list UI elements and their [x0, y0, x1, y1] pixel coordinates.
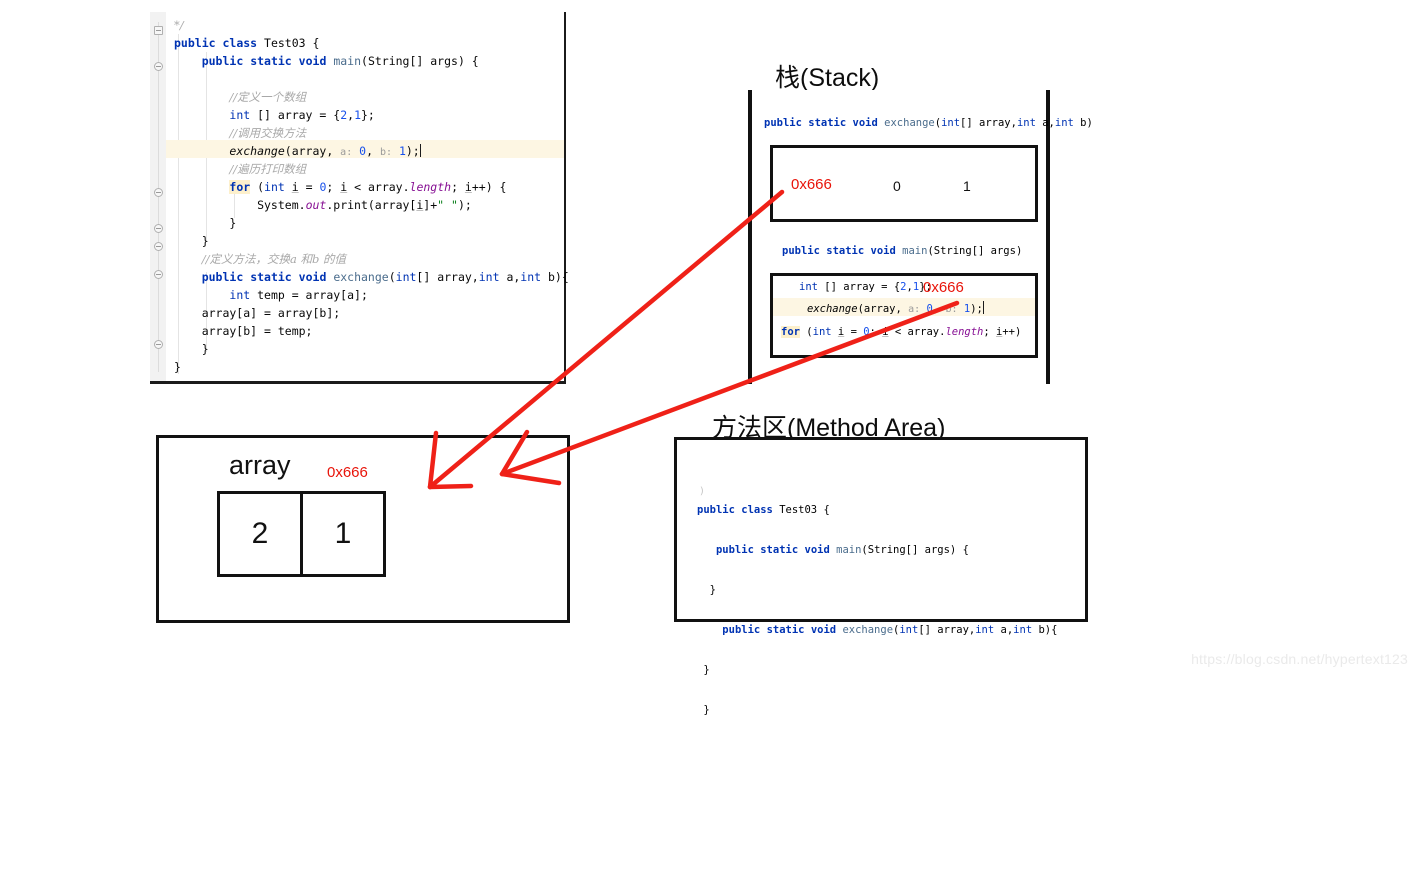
code-line-17: array[a] = array[b];: [174, 306, 341, 320]
java-code-editor[interactable]: */ public class Test03 { public static v…: [150, 12, 569, 384]
stack-section-title: 栈(Stack): [775, 64, 880, 92]
code-line-8-highlighted: exchange(array, a: 0, b: 1);: [229, 144, 421, 158]
stack-frame-exchange: 0x666 0 1: [770, 145, 1038, 222]
code-line-1: */: [174, 18, 184, 32]
fold-marker-icon[interactable]: [154, 188, 163, 197]
code-line-7: //调用交换方法: [229, 126, 307, 140]
exchange-array-ref-address: 0x666: [791, 176, 832, 193]
method-area-code: ) public class Test03 { public static vo…: [697, 460, 1057, 760]
fold-marker-icon[interactable]: [154, 26, 163, 35]
text-caret: [982, 301, 984, 314]
method-area-line-2: public static void main(String[] args) {: [715, 544, 969, 556]
code-line-13: }: [174, 234, 209, 248]
stack-frame-main: int [] array = {2,1}; 0x666 exchange(arr…: [770, 273, 1038, 358]
code-text-area[interactable]: */ public class Test03 { public static v…: [166, 12, 569, 381]
method-area-line-5: }: [697, 664, 710, 676]
code-line-19: }: [174, 342, 209, 356]
code-line-12: }: [174, 216, 237, 230]
exchange-frame-signature: public static void exchange(int[] array,…: [764, 117, 1093, 129]
stack-container: public static void exchange(int[] array,…: [748, 90, 1093, 384]
main-frame-signature: public static void main(String[] args): [782, 245, 1023, 257]
code-line-15: public static void exchange(int[] array,…: [201, 270, 569, 284]
array-cell-1: 1: [300, 491, 386, 577]
main-frame-code-line-1: int [] array = {2,1};: [799, 281, 932, 293]
code-line-2: public class Test03 {: [174, 36, 320, 50]
code-line-3: public static void main(String[] args) {: [201, 54, 479, 68]
array-variable-label: array: [229, 450, 291, 480]
fold-marker-icon[interactable]: [154, 340, 163, 349]
text-caret: [419, 144, 421, 157]
exchange-param-a-value: 0: [893, 178, 901, 194]
code-line-14: //定义方法，交换a 和b 的值: [201, 252, 346, 266]
code-line-6: int [] array = {2,1};: [229, 108, 375, 122]
code-line-11: System.out.print(array[i]+" ");: [174, 198, 472, 212]
main-array-ref-address: 0x666: [923, 279, 964, 296]
method-area-gutter-mark: ): [699, 486, 706, 497]
method-area-line-3: }: [697, 584, 716, 596]
array-object-address: 0x666: [327, 464, 368, 481]
method-area-line-4: public static void exchange(int[] array,…: [722, 624, 1058, 636]
fold-marker-icon[interactable]: [154, 62, 163, 71]
method-area-container: ) public class Test03 { public static vo…: [674, 437, 1088, 716]
code-line-20: }: [174, 360, 181, 374]
fold-marker-icon[interactable]: [154, 270, 163, 279]
array-cells: 2 1: [217, 491, 386, 577]
method-area-line-6: }: [697, 704, 710, 716]
code-line-5: //定义一个数组: [229, 90, 307, 104]
code-line-10: for (int i = 0; i < array.length; i++) {: [229, 180, 507, 194]
code-line-16: int temp = array[a];: [229, 288, 368, 302]
main-frame-code-line-2: exchange(array, a: 0, b: 1);: [807, 301, 984, 315]
exchange-param-b-value: 1: [963, 178, 971, 194]
fold-marker-icon[interactable]: [154, 242, 163, 251]
method-area-line-1: public class Test03 {: [697, 504, 830, 516]
heap-container: array 0x666 2 1: [156, 435, 570, 623]
gutter-rail: [158, 22, 159, 372]
code-line-9: //遍历打印数组: [229, 162, 307, 176]
main-frame-code-line-3: for (int i = 0; i < array.length; i++): [781, 326, 1022, 338]
code-line-18: array[b] = temp;: [174, 324, 313, 338]
watermark: https://blog.csdn.net/hypertext123: [1191, 651, 1408, 667]
array-cell-0: 2: [217, 491, 303, 577]
fold-marker-icon[interactable]: [154, 224, 163, 233]
